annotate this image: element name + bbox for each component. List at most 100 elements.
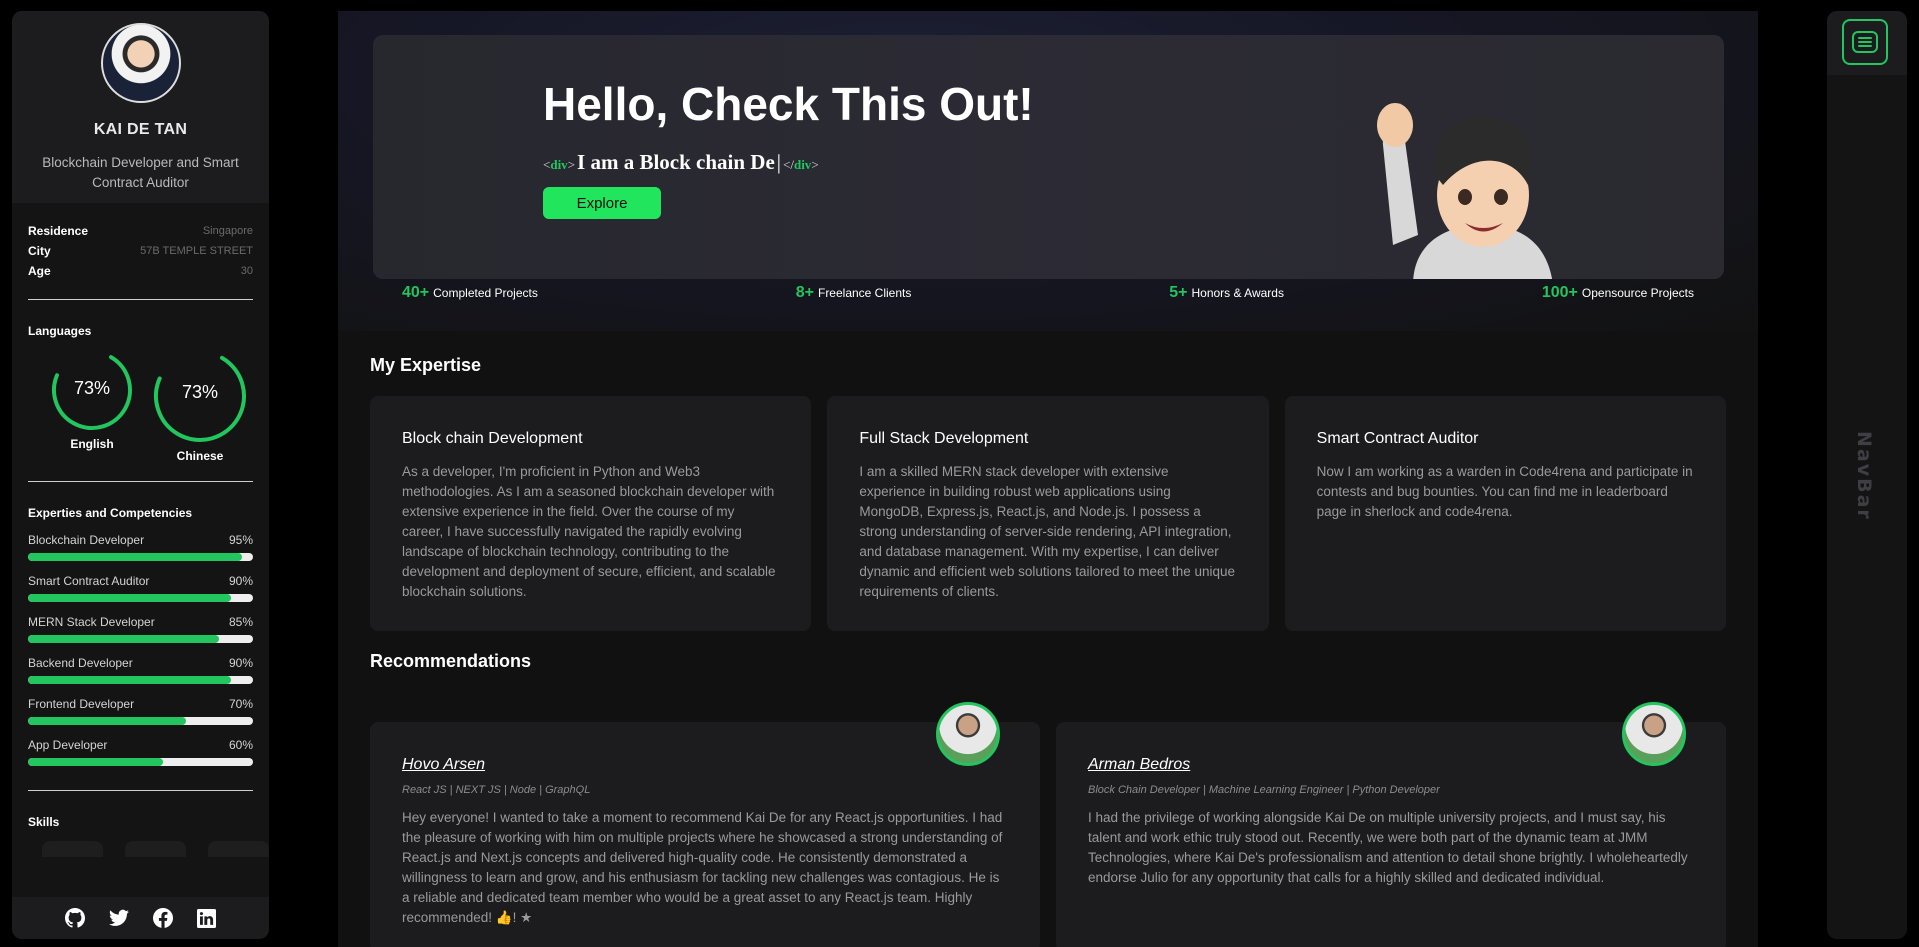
competency-item: Backend Developer 90% <box>12 656 269 684</box>
info-row-city: City 57B TEMPLE STREET <box>28 244 253 258</box>
info-row-age: Age 30 <box>28 264 253 278</box>
facebook-icon[interactable] <box>152 908 173 928</box>
recommendation-text: I had the privilege of working alongside… <box>1088 810 1688 885</box>
card-text: Now I am working as a warden in Code4ren… <box>1316 464 1693 519</box>
competency-percent: 90% <box>228 574 253 588</box>
languages-title: Languages <box>28 324 92 338</box>
hamburger-icon <box>1852 31 1878 53</box>
skills-title: Skills <box>28 815 60 829</box>
recommender-tags: Block Chain Developer | Machine Learning… <box>1088 784 1440 796</box>
competency-percent: 95% <box>228 533 253 547</box>
progress-bar <box>28 758 253 766</box>
language-label: English <box>70 437 114 451</box>
recommender-avatar <box>1622 702 1686 766</box>
profile-name: KAI DE TAN <box>93 121 188 138</box>
explore-button[interactable]: Explore <box>543 187 661 219</box>
language-label: Chinese <box>176 449 224 463</box>
languages-list: 73% English 73% Chinese <box>12 338 269 463</box>
twitter-icon[interactable] <box>108 908 129 928</box>
competencies-list: Blockchain Developer 95% Smart Contract Au… <box>12 533 269 766</box>
competency-label: App Developer <box>28 738 108 752</box>
recommendation-card: Arman Bedros Block Chain Developer | Mac… <box>1056 702 1726 947</box>
competency-label: Backend Developer <box>28 656 133 670</box>
text-cursor: | <box>776 150 782 174</box>
progress-bar <box>28 594 253 602</box>
competency-label: Smart Contract Auditor <box>28 574 150 588</box>
info-row-residence: Residence Singapore <box>28 224 253 238</box>
skills-chips <box>12 829 269 857</box>
recommender-name[interactable]: Arman Bedros <box>1088 756 1694 774</box>
profile-role: Blockchain Developer and Smart Contract … <box>42 155 239 190</box>
stat-completed-projects: 40+ Completed Projects <box>402 284 538 301</box>
main-content: Hello, Check This Out! <div> I am a Bloc… <box>338 11 1758 947</box>
linkedin-icon[interactable] <box>197 908 217 928</box>
competency-item: Smart Contract Auditor 90% <box>12 574 269 602</box>
language-english: 73% English <box>42 348 142 463</box>
typed-text: I am a Block chain De <box>577 150 775 174</box>
stat-honors-awards: 5+ Honors & Awards <box>1169 284 1284 301</box>
personal-info: Residence Singapore City 57B TEMPLE STREET… <box>12 203 269 281</box>
progress-fill <box>28 758 163 766</box>
competency-percent: 90% <box>228 656 253 670</box>
navbar: NavBar <box>1827 11 1907 939</box>
waving-memoji-illustration <box>1377 103 1552 279</box>
competency-item: Frontend Developer 70% <box>12 697 269 725</box>
profile-header: KAI DE TAN Blockchain Developer and Smar… <box>12 11 269 203</box>
competency-label: Blockchain Developer <box>28 533 145 547</box>
avatar <box>100 23 181 103</box>
progress-fill <box>28 676 231 684</box>
competency-item: Blockchain Developer 95% <box>12 533 269 561</box>
competency-percent: 85% <box>228 615 253 629</box>
recommender-name[interactable]: Hovo Arsen <box>402 756 1008 774</box>
skill-chip <box>208 841 269 857</box>
language-percent: 73% <box>73 378 111 398</box>
code-tag-close: </div> <box>783 157 819 172</box>
social-links <box>12 897 269 939</box>
typewriter-text: <div> I am a Block chain De | </div> <box>543 150 819 175</box>
hero-title: Hello, Check This Out! <box>543 78 1034 130</box>
competency-percent: 70% <box>228 697 253 711</box>
language-percent: 73% <box>181 382 219 402</box>
progress-bar <box>28 717 253 725</box>
progress-fill <box>28 717 186 725</box>
stat-opensource-projects: 100+ Opensource Projects <box>1541 284 1694 301</box>
recommendations-heading: Recommendations <box>370 651 532 671</box>
hero-banner: Hello, Check This Out! <div> I am a Bloc… <box>373 35 1724 279</box>
recommendations-list: Hovo Arsen React JS | NEXT JS | Node | G… <box>338 702 1758 947</box>
hero-section: Hello, Check This Out! <div> I am a Bloc… <box>338 11 1758 331</box>
competency-percent: 60% <box>228 738 253 752</box>
expertise-card: Smart Contract Auditor Now I am working … <box>1284 396 1726 631</box>
expertise-card: Block chain Development As a developer, … <box>370 396 812 631</box>
progress-bar <box>28 553 253 561</box>
code-tag-open: <div> <box>543 157 576 172</box>
card-title: Block chain Development <box>402 430 583 447</box>
competency-label: MERN Stack Developer <box>28 615 155 629</box>
recommendation-card: Hovo Arsen React JS | NEXT JS | Node | G… <box>370 702 1040 947</box>
competency-label: Frontend Developer <box>28 697 135 711</box>
competency-item: MERN Stack Developer 85% <box>12 615 269 643</box>
card-title: Full Stack Development <box>859 430 1029 447</box>
card-title: Smart Contract Auditor <box>1316 430 1479 447</box>
competency-item: App Developer 60% <box>12 738 269 766</box>
progress-fill <box>28 635 220 643</box>
card-text: As a developer, I'm proficient in Python… <box>402 464 776 599</box>
progress-bar <box>28 635 253 643</box>
expertise-cards: Block chain Development As a developer, … <box>338 396 1758 631</box>
expertise-card: Full Stack Development I am a skilled ME… <box>827 396 1269 631</box>
stats-bar: 40+ Completed Projects 8+ Freelance Client… <box>402 284 1694 302</box>
progress-fill <box>28 553 242 561</box>
language-chinese: 73% Chinese <box>150 348 250 463</box>
stat-freelance-clients: 8+ Freelance Clients <box>795 284 912 301</box>
recommendation-text: Hey everyone! I wanted to take a moment … <box>402 810 1003 925</box>
skill-chip <box>125 841 186 857</box>
navbar-label: NavBar <box>1853 431 1875 521</box>
recommender-avatar <box>936 702 1000 766</box>
menu-button[interactable] <box>1842 19 1888 65</box>
card-text: I am a skilled MERN stack developer with… <box>859 464 1236 599</box>
progress-bar <box>28 676 253 684</box>
github-icon[interactable] <box>64 908 85 928</box>
expertise-heading: My Expertise <box>370 355 482 375</box>
progress-fill <box>28 594 231 602</box>
competencies-title: Experties and Competencies <box>28 506 193 520</box>
profile-sidebar: KAI DE TAN Blockchain Developer and Smar… <box>12 11 269 939</box>
